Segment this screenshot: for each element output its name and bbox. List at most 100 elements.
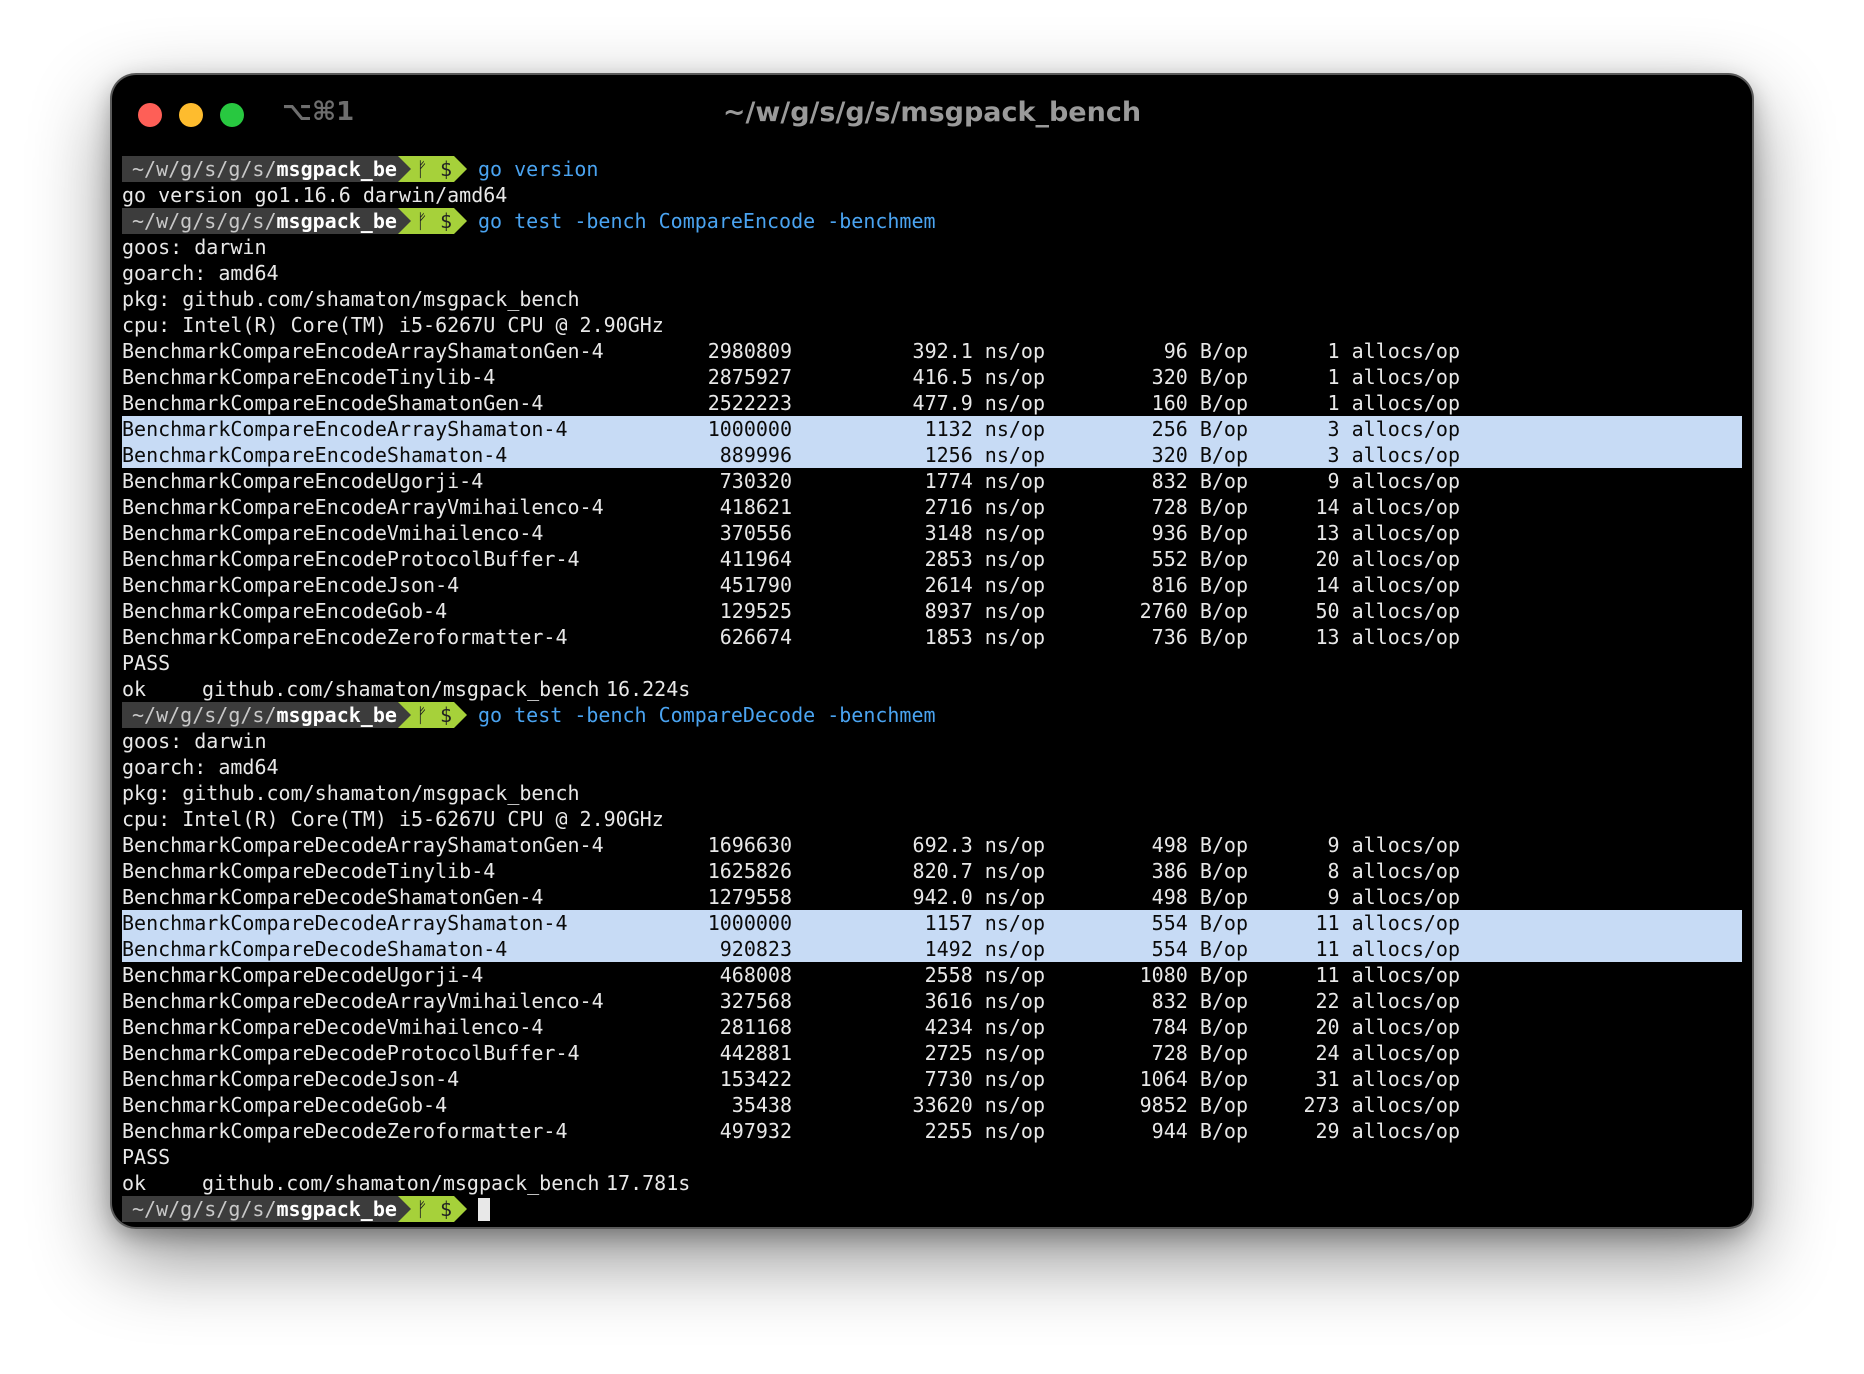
benchmark-ns-per-op: 3616 ns/op <box>924 989 1045 1013</box>
benchmark-iterations: 497932 <box>719 1119 792 1143</box>
benchmark-name: BenchmarkCompareEncodeTinylib-4 <box>122 365 496 389</box>
benchmark-name: BenchmarkCompareDecodeVmihailenco-4 <box>122 1015 544 1039</box>
benchmark-ns-per-op: 2716 ns/op <box>924 495 1045 519</box>
benchmark-row[interactable]: BenchmarkCompareDecodeVmihailenco-4 28116… <box>122 1014 1742 1040</box>
benchmark-row[interactable]: BenchmarkCompareDecodeZeroformatter-4 497… <box>122 1118 1742 1144</box>
prompt-line: ~/w/g/s/g/s/msgpack_bench ᚠ $ go test -ben… <box>122 702 1742 728</box>
pkg-line: pkg: github.com/shamaton/msgpack_bench <box>122 781 580 805</box>
benchmark-ns-per-op: 942.0 ns/op <box>912 885 1045 909</box>
benchmark-row[interactable]: BenchmarkCompareEncodeArrayVmihailenco-4… <box>122 494 1742 520</box>
benchmark-bytes-per-op: 784 B/op <box>1151 1015 1248 1039</box>
powerline-arrow-icon <box>398 156 411 182</box>
benchmark-ns-per-op: 820.7 ns/op <box>912 859 1045 883</box>
prompt-path-prefix: ~/w/g/s/g/s/ <box>132 1197 277 1221</box>
benchmark-row[interactable]: BenchmarkCompareDecodeUgorji-4 468008 2558… <box>122 962 1742 988</box>
benchmark-allocs-per-op: 8 allocs/op <box>1327 859 1460 883</box>
benchmark-iterations: 327568 <box>719 989 792 1013</box>
benchmark-bytes-per-op: 386 B/op <box>1151 859 1248 883</box>
benchmark-iterations: 129525 <box>719 599 792 623</box>
benchmark-iterations: 1279558 <box>707 885 792 909</box>
text-cursor[interactable] <box>478 1198 490 1221</box>
benchmark-bytes-per-op: 832 B/op <box>1151 989 1248 1013</box>
benchmark-name: BenchmarkCompareDecodeUgorji-4 <box>122 963 484 987</box>
ok-duration: 16.224s <box>606 677 691 701</box>
benchmark-row[interactable]: BenchmarkCompareDecodeArrayShamaton-4 100… <box>122 910 1742 936</box>
benchmark-bytes-per-op: 554 B/op <box>1151 937 1248 961</box>
benchmark-iterations: 411964 <box>719 547 792 571</box>
benchmark-allocs-per-op: 9 allocs/op <box>1327 469 1460 493</box>
benchmark-bytes-per-op: 498 B/op <box>1151 885 1248 909</box>
benchmark-row[interactable]: BenchmarkCompareDecodeShamaton-4 920823 14… <box>122 936 1742 962</box>
benchmark-allocs-per-op: 20 allocs/op <box>1315 547 1461 571</box>
goarch-line: goarch: amd64 <box>122 755 279 779</box>
window-title: ~/w/g/s/g/s/msgpack_bench <box>722 97 1142 128</box>
prompt-path: ~/w/g/s/g/s/msgpack_bench <box>122 1196 433 1222</box>
benchmark-bytes-per-op: 2760 B/op <box>1139 599 1248 623</box>
cpu-line: cpu: Intel(R) Core(TM) i5-6267U CPU @ 2.… <box>122 313 664 337</box>
benchmark-name: BenchmarkCompareDecodeJson-4 <box>122 1067 460 1091</box>
prompt-path: ~/w/g/s/g/s/msgpack_bench <box>122 208 433 234</box>
benchmark-ns-per-op: 692.3 ns/op <box>912 833 1045 857</box>
benchmark-row[interactable]: BenchmarkCompareEncodeProtocolBuffer-4 41… <box>122 546 1742 572</box>
benchmark-name: BenchmarkCompareEncodeShamatonGen-4 <box>122 391 544 415</box>
benchmark-bytes-per-op: 96 B/op <box>1163 339 1248 363</box>
terminal-output[interactable]: ~/w/g/s/g/s/msgpack_bench ᚠ $ go version go… <box>122 156 1742 1222</box>
benchmark-name: BenchmarkCompareDecodeShamatonGen-4 <box>122 885 544 909</box>
benchmark-iterations: 2980809 <box>707 339 792 363</box>
benchmark-row[interactable]: BenchmarkCompareDecodeShamatonGen-4 12795… <box>122 884 1742 910</box>
benchmark-iterations: 1696630 <box>707 833 792 857</box>
benchmark-bytes-per-op: 816 B/op <box>1151 573 1248 597</box>
benchmark-row[interactable]: BenchmarkCompareEncodeTinylib-4 2875927 41… <box>122 364 1742 390</box>
benchmark-row[interactable]: BenchmarkCompareDecodeProtocolBuffer-4 44… <box>122 1040 1742 1066</box>
terminal-window[interactable]: ⌥⌘1 ~/w/g/s/g/s/msgpack_bench ~/w/g/s/g/… <box>112 75 1752 1227</box>
powerline-arrow-icon <box>398 208 411 234</box>
benchmark-name: BenchmarkCompareDecodeGob-4 <box>122 1093 448 1117</box>
benchmark-row[interactable]: BenchmarkCompareDecodeArrayShamatonGen-4… <box>122 832 1742 858</box>
goos-line: goos: darwin <box>122 235 267 259</box>
benchmark-bytes-per-op: 552 B/op <box>1151 547 1248 571</box>
benchmark-ns-per-op: 3148 ns/op <box>924 521 1045 545</box>
benchmark-ns-per-op: 1774 ns/op <box>924 469 1045 493</box>
benchmark-row[interactable]: BenchmarkCompareDecodeGob-4 35438 33620 ns… <box>122 1092 1742 1118</box>
benchmark-allocs-per-op: 9 allocs/op <box>1327 885 1460 909</box>
prompt-path-prefix: ~/w/g/s/g/s/ <box>132 157 277 181</box>
benchmark-row[interactable]: BenchmarkCompareEncodeUgorji-4 730320 1774… <box>122 468 1742 494</box>
benchmark-bytes-per-op: 736 B/op <box>1151 625 1248 649</box>
benchmark-iterations: 2875927 <box>707 365 792 389</box>
benchmark-ns-per-op: 1256 ns/op <box>924 443 1045 467</box>
benchmark-row[interactable]: BenchmarkCompareEncodeJson-4 451790 2614 n… <box>122 572 1742 598</box>
benchmark-name: BenchmarkCompareEncodeUgorji-4 <box>122 469 484 493</box>
benchmark-name: BenchmarkCompareEncodeArrayShamaton-4 <box>122 417 568 441</box>
benchmark-iterations: 418621 <box>719 495 792 519</box>
benchmark-row[interactable]: BenchmarkCompareEncodeArrayShamatonGen-4… <box>122 338 1742 364</box>
benchmark-bytes-per-op: 1064 B/op <box>1139 1067 1248 1091</box>
benchmark-ns-per-op: 2725 ns/op <box>924 1041 1045 1065</box>
benchmark-name: BenchmarkCompareEncodeJson-4 <box>122 573 460 597</box>
prompt-line: ~/w/g/s/g/s/msgpack_bench ᚠ $ go version <box>122 156 1742 182</box>
benchmark-name: BenchmarkCompareEncodeZeroformatter-4 <box>122 625 568 649</box>
benchmark-row[interactable]: BenchmarkCompareEncodeShamatonGen-4 25222… <box>122 390 1742 416</box>
benchmark-row[interactable]: BenchmarkCompareEncodeGob-4 129525 8937 ns… <box>122 598 1742 624</box>
benchmark-allocs-per-op: 14 allocs/op <box>1315 573 1461 597</box>
benchmark-ns-per-op: 1157 ns/op <box>924 911 1045 935</box>
benchmark-row[interactable]: BenchmarkCompareEncodeShamaton-4 889996 12… <box>122 442 1742 468</box>
benchmark-ns-per-op: 2255 ns/op <box>924 1119 1045 1143</box>
benchmark-name: BenchmarkCompareEncodeGob-4 <box>122 599 448 623</box>
benchmark-bytes-per-op: 320 B/op <box>1151 365 1248 389</box>
benchmark-row[interactable]: BenchmarkCompareDecodeJson-4 153422 7730 n… <box>122 1066 1742 1092</box>
benchmark-row[interactable]: BenchmarkCompareEncodeZeroformatter-4 626… <box>122 624 1742 650</box>
benchmark-row[interactable]: BenchmarkCompareEncodeVmihailenco-4 37055… <box>122 520 1742 546</box>
benchmark-allocs-per-op: 3 allocs/op <box>1327 443 1460 467</box>
prompt-path-prefix: ~/w/g/s/g/s/ <box>132 209 277 233</box>
pass-line: PASS <box>122 1145 171 1169</box>
benchmark-allocs-per-op: 31 allocs/op <box>1315 1067 1461 1091</box>
benchmark-row[interactable]: BenchmarkCompareEncodeArrayShamaton-4 100… <box>122 416 1742 442</box>
benchmark-bytes-per-op: 320 B/op <box>1151 443 1248 467</box>
benchmark-iterations: 1625826 <box>707 859 792 883</box>
benchmark-row[interactable]: BenchmarkCompareDecodeTinylib-4 1625826 82… <box>122 858 1742 884</box>
benchmark-name: BenchmarkCompareEncodeVmihailenco-4 <box>122 521 544 545</box>
benchmark-allocs-per-op: 1 allocs/op <box>1327 365 1460 389</box>
goos-line: goos: darwin <box>122 729 267 753</box>
benchmark-iterations: 889996 <box>719 443 792 467</box>
benchmark-row[interactable]: BenchmarkCompareDecodeArrayVmihailenco-4… <box>122 988 1742 1014</box>
